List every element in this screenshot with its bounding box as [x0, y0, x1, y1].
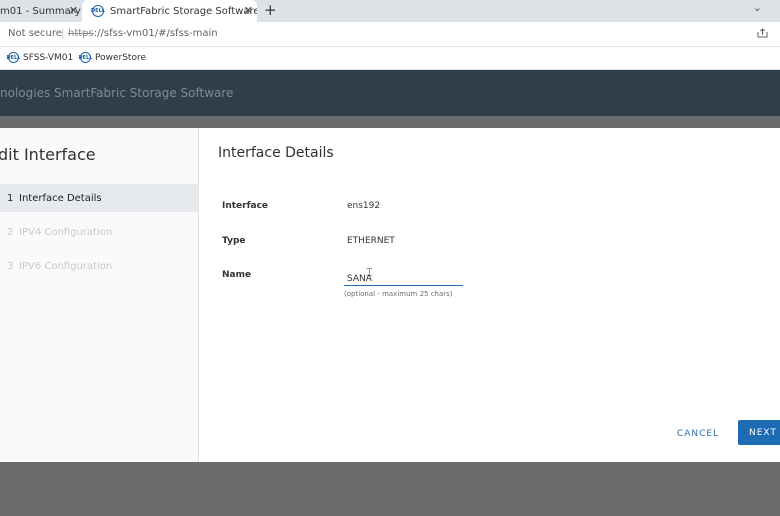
separator: |: [61, 29, 65, 40]
edit-interface-dialog: dit Interface 1 Interface Details 2 IPV4…: [0, 128, 780, 462]
step-label: IPV4 Configuration: [19, 226, 113, 238]
chevron-down-icon[interactable]: ⌄: [753, 1, 762, 14]
step-number: 2: [7, 226, 14, 238]
close-icon[interactable]: ✕: [244, 4, 253, 18]
share-icon[interactable]: [757, 28, 768, 38]
url-scheme: https: [68, 28, 94, 39]
name-label: Name: [222, 270, 252, 280]
bookmarks-bar: DELL SFSS-VM01 DELL PowerStore: [0, 47, 780, 70]
bookmark-sfss-vm01[interactable]: DELL SFSS-VM01: [7, 52, 74, 63]
step-interface-details[interactable]: 1 Interface Details: [0, 184, 198, 212]
type-value: ETHERNET: [347, 236, 395, 246]
type-label: Type: [222, 236, 246, 246]
tab-label: SmartFabric Storage Software: [110, 5, 257, 17]
tab-smartfabric[interactable]: DELL SmartFabric Storage Software ✕: [82, 0, 257, 22]
cancel-button[interactable]: CANCEL: [664, 423, 732, 445]
step-label: Interface Details: [19, 192, 102, 204]
browser-tab-strip: m01 - Summary ✕ DELL SmartFabric Storage…: [0, 0, 780, 22]
close-icon[interactable]: ✕: [69, 4, 78, 18]
url-text[interactable]: https://sfss-vm01/#/sfss-main: [68, 28, 218, 39]
app-header: nologies SmartFabric Storage Software: [0, 70, 780, 116]
step-ipv4-configuration: 2 IPV4 Configuration: [0, 218, 198, 246]
step-number: 1: [7, 192, 14, 204]
step-label: IPV6 Configuration: [19, 260, 113, 272]
address-bar[interactable]: Not secure | https://sfss-vm01/#/sfss-ma…: [0, 22, 780, 47]
wizard-step-nav: dit Interface 1 Interface Details 2 IPV4…: [0, 128, 199, 462]
name-helper-text: (optional - maximum 25 chars): [344, 290, 453, 298]
security-indicator[interactable]: Not secure: [8, 28, 62, 39]
interface-label: Interface: [222, 201, 269, 211]
new-tab-plus-icon[interactable]: +: [264, 1, 277, 19]
bookmark-label: SFSS-VM01: [23, 52, 74, 63]
interface-value: ens192: [347, 201, 381, 211]
section-title: Interface Details: [218, 145, 334, 161]
step-number: 3: [7, 260, 14, 272]
dell-logo-icon: DELL: [91, 5, 105, 17]
dell-logo-icon: DELL: [79, 52, 92, 63]
mouse-cursor-icon: ⌶: [366, 266, 373, 279]
step-ipv6-configuration: 3 IPV6 Configuration: [0, 252, 198, 280]
url-path: ://sfss-vm01/#/sfss-main: [93, 28, 218, 39]
bookmark-label: PowerStore: [95, 52, 146, 63]
app-title: nologies SmartFabric Storage Software: [0, 86, 234, 100]
tab-summary[interactable]: m01 - Summary ✕: [0, 0, 82, 22]
next-button[interactable]: NEXT: [738, 420, 780, 445]
dialog-title: dit Interface: [0, 145, 96, 164]
name-input[interactable]: [344, 272, 463, 286]
bookmark-powerstore[interactable]: DELL PowerStore: [79, 52, 146, 63]
dell-logo-icon: DELL: [7, 52, 20, 63]
